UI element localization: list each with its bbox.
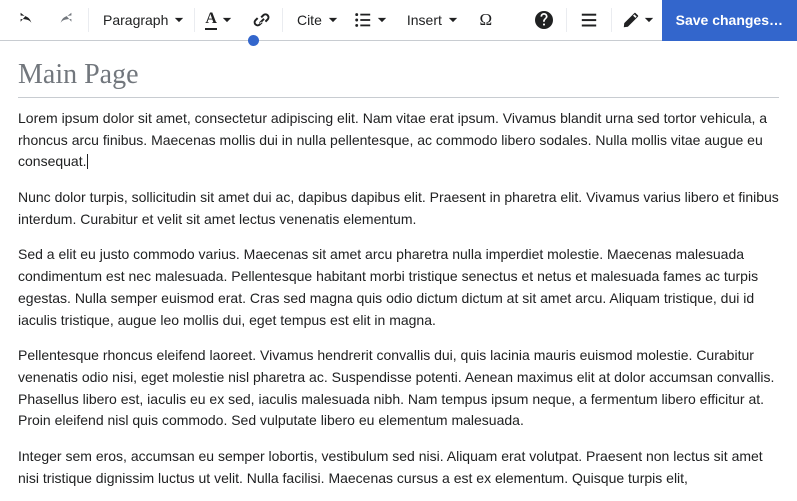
text-cursor [87,154,88,169]
chevron-down-icon [174,15,184,25]
separator [282,8,283,32]
list-dropdown[interactable] [346,0,395,41]
insert-dropdown[interactable]: Insert [395,0,466,41]
redo-button[interactable] [46,0,86,41]
save-changes-label: Save changes… [676,12,783,28]
format-dropdown[interactable]: Paragraph [91,0,192,41]
chevron-down-icon [328,15,338,25]
paragraph: Pellentesque rhoncus eleifend laoreet. V… [18,345,779,432]
chevron-down-icon [377,15,387,25]
text-style-dropdown[interactable]: A [197,0,240,41]
hamburger-icon [580,11,598,29]
link-icon [250,10,270,30]
help-icon [535,11,553,29]
save-changes-button[interactable]: Save changes… [662,0,797,41]
separator [611,8,612,32]
editor-content[interactable]: Main Page Lorem ipsum dolor sit amet, co… [0,41,797,501]
separator [194,8,195,32]
paragraph: Lorem ipsum dolor sit amet, consectetur … [18,108,779,173]
insert-dropdown-label: Insert [407,12,442,28]
paragraph: Integer sem eros, accumsan eu semper lob… [18,446,779,489]
page-title: Main Page [18,59,779,98]
omega-icon: Ω [480,10,493,30]
toolbar-slider-handle[interactable] [248,35,259,46]
list-bullet-icon [354,11,372,29]
special-character-button[interactable]: Ω [466,0,506,41]
cite-dropdown[interactable]: Cite [285,0,346,41]
paragraph: Sed a elit eu justo commodo varius. Maec… [18,244,779,331]
separator [566,8,567,32]
separator [88,8,89,32]
paragraph: Nunc dolor turpis, sollicitudin sit amet… [18,187,779,230]
toolbar: Paragraph A Cite Insert [0,0,797,41]
chevron-down-icon [448,15,458,25]
chevron-down-icon [644,15,654,25]
cite-dropdown-label: Cite [297,12,322,28]
help-button[interactable] [524,0,564,41]
chevron-down-icon [222,15,232,25]
redo-icon [57,11,75,29]
format-dropdown-label: Paragraph [103,12,168,28]
undo-button[interactable] [6,0,46,41]
undo-icon [17,11,35,29]
toolbar-slider-track [0,40,797,41]
link-button[interactable] [240,0,280,41]
edit-mode-dropdown[interactable] [614,0,662,41]
text-style-icon: A [205,11,217,30]
page-options-button[interactable] [569,0,609,41]
pencil-icon [622,11,640,29]
